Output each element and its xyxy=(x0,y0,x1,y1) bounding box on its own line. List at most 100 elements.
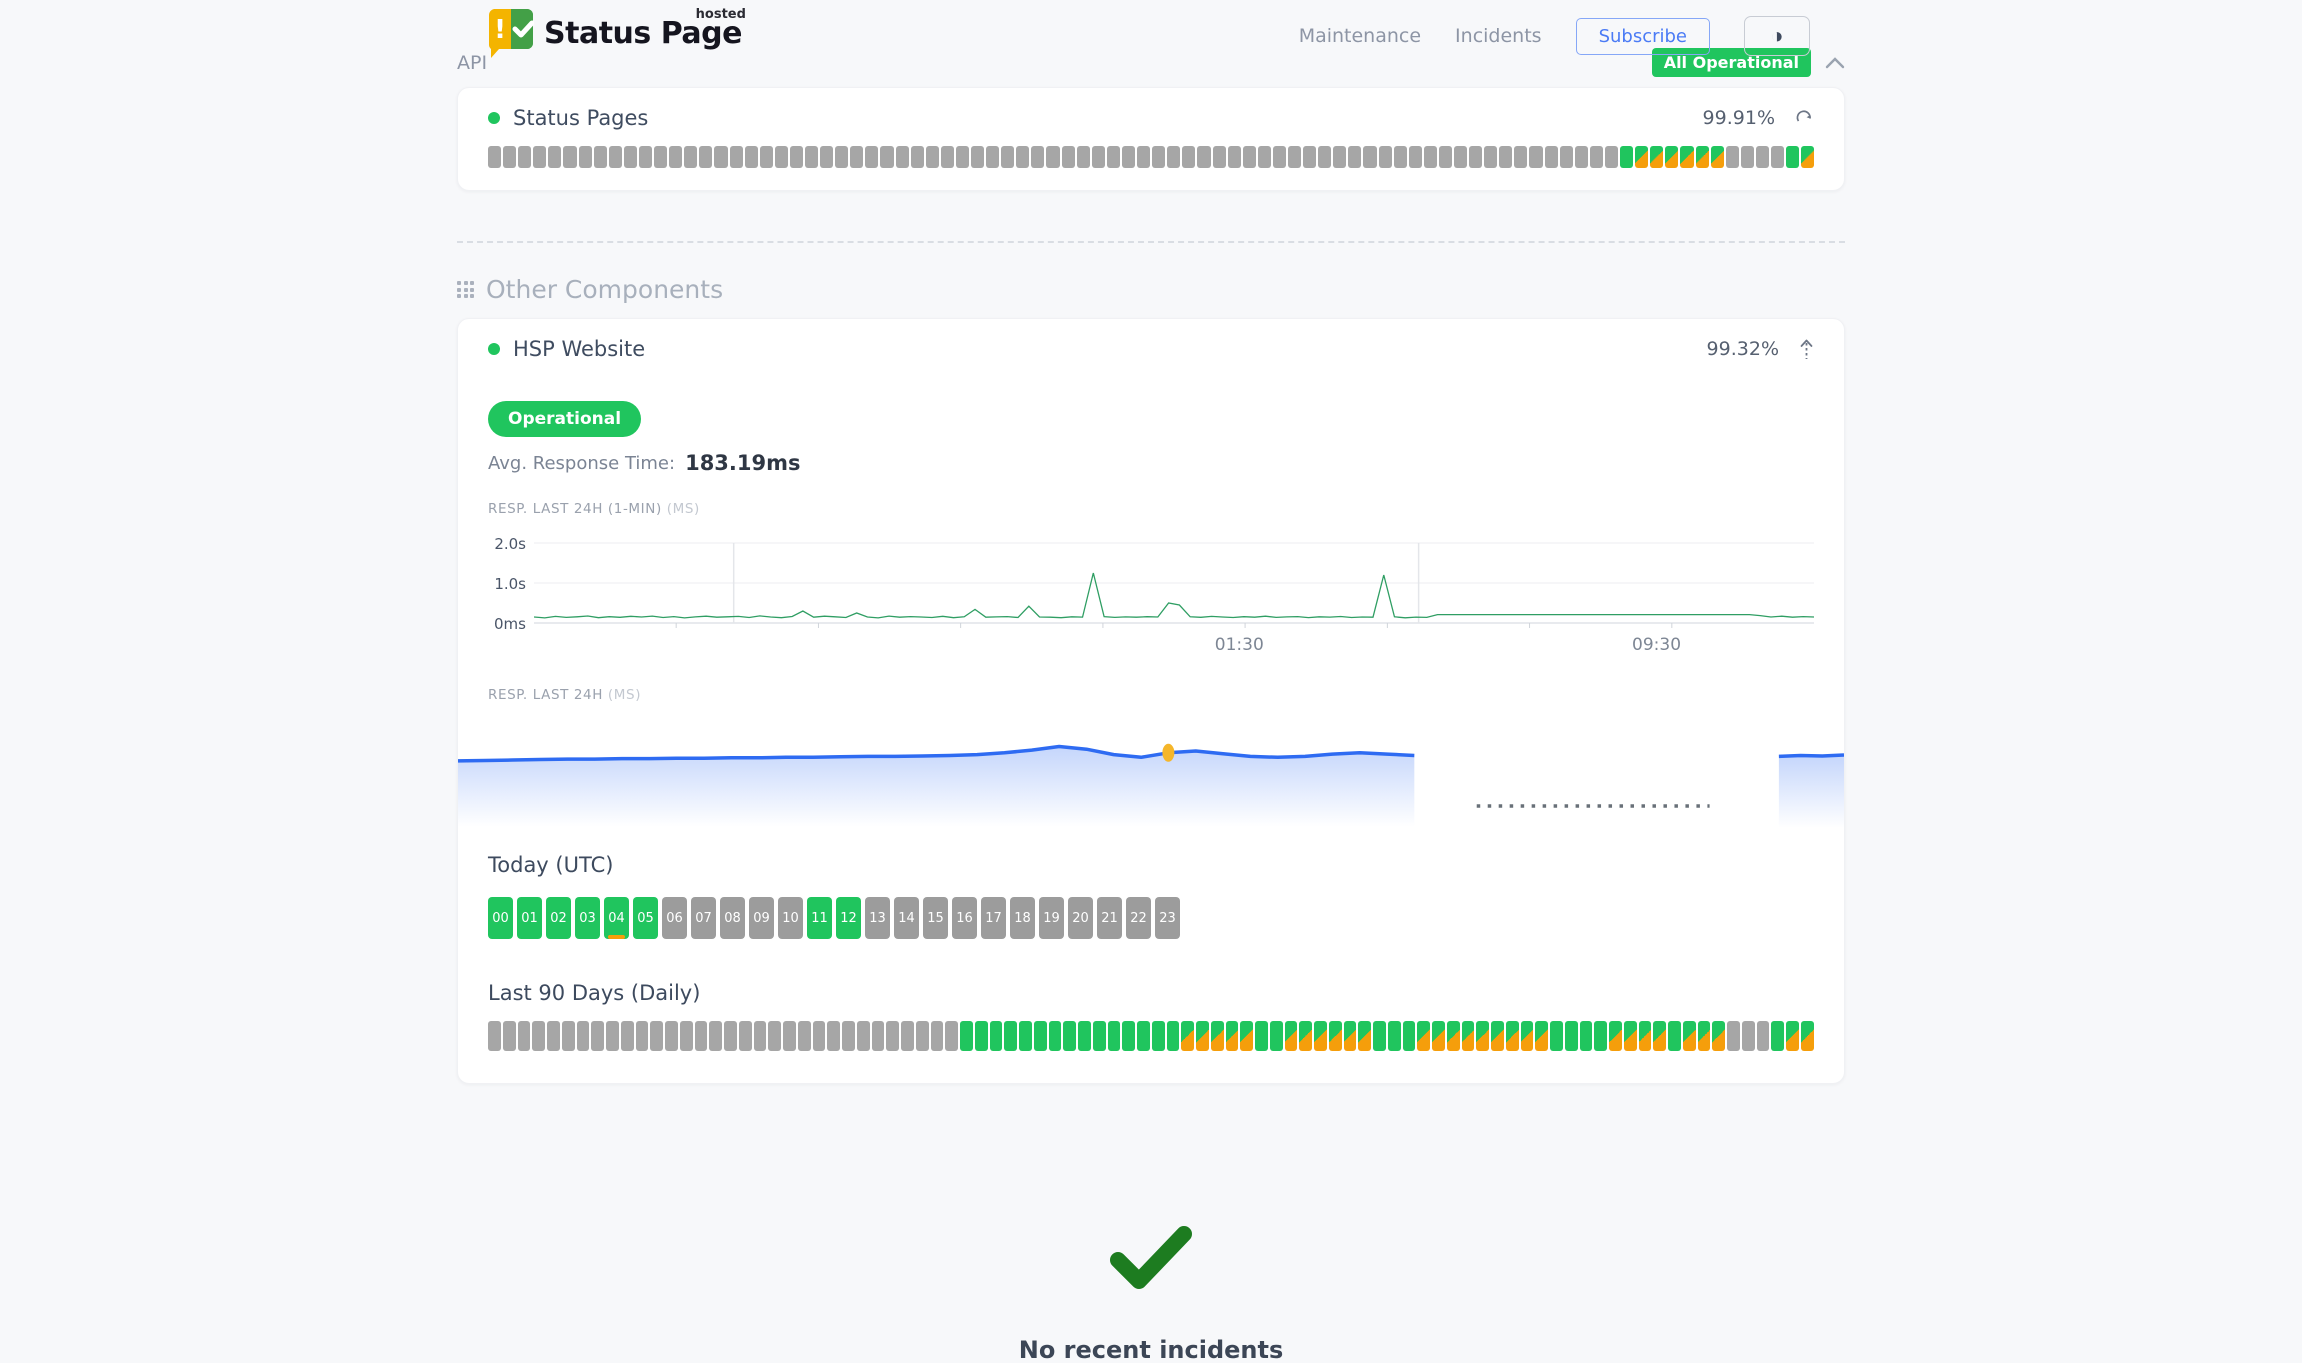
uptime-bars-row xyxy=(488,146,1814,168)
uptime-bar xyxy=(827,1021,840,1051)
svg-text:!: ! xyxy=(494,15,506,45)
component-name-row: Status Pages xyxy=(488,106,648,130)
data-point-marker[interactable] xyxy=(1162,744,1174,762)
uptime-bar xyxy=(1394,146,1407,168)
grid-icon xyxy=(457,281,474,298)
uptime-bar xyxy=(1243,146,1256,168)
uptime-bar xyxy=(1358,1021,1371,1051)
uptime-bar xyxy=(745,146,758,168)
hour-cell-22: 22 xyxy=(1126,897,1151,939)
uptime-percentage: 99.32% xyxy=(1707,338,1779,360)
uptime-bar xyxy=(1696,146,1709,168)
uptime-bar xyxy=(1698,1021,1711,1051)
uptime-bar xyxy=(1469,146,1482,168)
uptime-bar xyxy=(503,1021,516,1051)
uptime-bar xyxy=(1031,146,1044,168)
uptime-bar xyxy=(1432,1021,1445,1051)
uptime-bar xyxy=(1016,146,1029,168)
uptime-bar xyxy=(532,1021,545,1051)
chevron-up-icon[interactable] xyxy=(1825,56,1845,69)
uptime-bar xyxy=(960,1021,973,1051)
uptime-bar xyxy=(684,146,697,168)
uptime-bar xyxy=(1373,1021,1386,1051)
uptime-bar xyxy=(760,146,773,168)
hour-cell-17: 17 xyxy=(981,897,1006,939)
uptime-bar xyxy=(1550,1021,1563,1051)
nav-incidents[interactable]: Incidents xyxy=(1455,25,1542,47)
uptime-bar xyxy=(850,146,863,168)
uptime-bar xyxy=(1545,146,1558,168)
uptime-bar xyxy=(1594,1021,1607,1051)
uptime-bar xyxy=(579,146,592,168)
uptime-bar xyxy=(857,1021,870,1051)
subscribe-button[interactable]: Subscribe xyxy=(1576,18,1710,55)
uptime-bar xyxy=(916,1021,929,1051)
operational-dot-icon xyxy=(488,343,500,355)
hour-cell-12: 12 xyxy=(836,897,861,939)
today-heading: Today (UTC) xyxy=(488,853,1814,877)
uptime-bar xyxy=(1565,1021,1578,1051)
uptime-bar xyxy=(1196,1021,1209,1051)
uptime-bar xyxy=(1653,1021,1666,1051)
chart2-unit: (MS) xyxy=(608,687,641,703)
uptime-bar xyxy=(886,1021,899,1051)
uptime-bar xyxy=(1668,1021,1681,1051)
uptime-bar xyxy=(1228,146,1241,168)
ytick-2s: 2.0s xyxy=(494,535,526,553)
refresh-icon[interactable] xyxy=(1795,109,1814,128)
chart1-y-axis: 2.0s 1.0s 0ms xyxy=(488,531,534,631)
arrow-up-icon[interactable] xyxy=(1799,339,1814,360)
uptime-bar xyxy=(709,1021,722,1051)
theme-toggle-button[interactable]: ◑ xyxy=(1744,16,1810,56)
status-pages-card: Status Pages 99.91% xyxy=(457,87,1845,191)
uptime-bar xyxy=(1590,146,1603,168)
uptime-bar xyxy=(1255,1021,1268,1051)
uptime-bar xyxy=(1329,1021,1342,1051)
uptime-bar xyxy=(1063,1021,1076,1051)
uptime-bar xyxy=(1742,1021,1755,1051)
last90-heading: Last 90 Days (Daily) xyxy=(488,981,1814,1005)
hour-cell-21: 21 xyxy=(1097,897,1122,939)
uptime-bar xyxy=(1499,146,1512,168)
uptime-bar xyxy=(1635,146,1648,168)
component-name-row: HSP Website xyxy=(488,337,645,361)
uptime-bar xyxy=(1167,1021,1180,1051)
uptime-bar xyxy=(790,146,803,168)
ytick-0ms: 0ms xyxy=(494,615,526,633)
uptime-bar xyxy=(1801,1021,1814,1051)
hour-cell-23: 23 xyxy=(1155,897,1180,939)
uptime-bar xyxy=(1639,1021,1652,1051)
dashed-divider xyxy=(457,241,1845,243)
hour-cell-01: 01 xyxy=(517,897,542,939)
uptime-bar xyxy=(1484,146,1497,168)
uptime-bar xyxy=(621,1021,634,1051)
uptime-bar xyxy=(1318,146,1331,168)
hour-cell-08: 08 xyxy=(720,897,745,939)
no-incidents-title: No recent incidents xyxy=(457,1336,1845,1363)
uptime-bar xyxy=(654,146,667,168)
response-area-chart xyxy=(458,711,1844,841)
uptime-bar xyxy=(1609,1021,1622,1051)
uptime-bar xyxy=(665,1021,678,1051)
uptime-bar xyxy=(1077,146,1090,168)
uptime-bar xyxy=(1535,1021,1548,1051)
uptime-bar xyxy=(1424,146,1437,168)
uptime-bar xyxy=(1388,1021,1401,1051)
uptime-bar xyxy=(1137,1021,1150,1051)
uptime-bar xyxy=(1771,146,1784,168)
uptime-bar xyxy=(1240,1021,1253,1051)
uptime-bar xyxy=(1491,1021,1504,1051)
uptime-bar xyxy=(488,1021,501,1051)
uptime-bar xyxy=(835,146,848,168)
uptime-bar xyxy=(1046,146,1059,168)
uptime-bar xyxy=(1288,146,1301,168)
uptime-bar xyxy=(1181,1021,1194,1051)
uptime-bar xyxy=(1303,146,1316,168)
uptime-bar xyxy=(941,146,954,168)
uptime-bar xyxy=(1454,146,1467,168)
uptime-bar xyxy=(1529,146,1542,168)
hour-cell-06: 06 xyxy=(662,897,687,939)
uptime-bar xyxy=(956,146,969,168)
hour-cell-02: 02 xyxy=(546,897,571,939)
nav-maintenance[interactable]: Maintenance xyxy=(1299,25,1421,47)
